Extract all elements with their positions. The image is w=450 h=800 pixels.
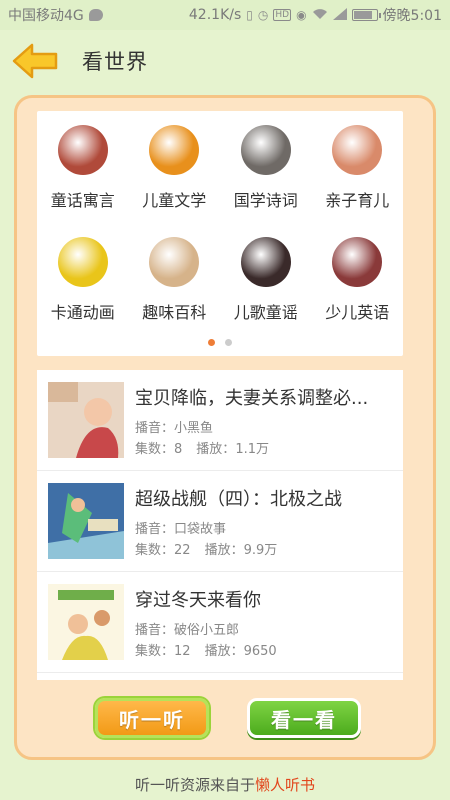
category-thumbnail bbox=[57, 237, 108, 287]
signal-icon bbox=[332, 7, 347, 23]
page-title: 看世界 bbox=[82, 50, 148, 74]
category-thumbnail bbox=[57, 125, 108, 175]
album-cover bbox=[48, 584, 124, 660]
battery-icon bbox=[351, 9, 381, 21]
category-label: 卡通动画 bbox=[50, 303, 115, 322]
album-stats: 集数：12 播放：9650 bbox=[135, 640, 277, 659]
host-label: 播音： bbox=[135, 623, 175, 638]
album-cover bbox=[48, 382, 124, 458]
episodes-label: 集数： bbox=[135, 644, 175, 659]
plays-count: 1.1万 bbox=[235, 442, 269, 457]
source-link[interactable]: 懒人听书 bbox=[255, 774, 315, 795]
eye-icon: ◉ bbox=[296, 8, 307, 22]
footer: 听一听资源来自于 懒人听书 bbox=[0, 768, 450, 800]
category-label: 国学诗词 bbox=[233, 191, 298, 210]
album-list-item[interactable]: 穿过冬天来看你 播音：破俗小五郎 集数：12 播放：9650 bbox=[37, 572, 403, 673]
album-stats: 集数：8 播放：1.1万 bbox=[135, 438, 269, 457]
host-name: 破俗小五郎 bbox=[174, 623, 240, 638]
album-stats: 集数：22 播放：9.9万 bbox=[135, 539, 277, 558]
category-carousel[interactable]: 童话寓言 儿童文学 国学诗词 亲子育儿 卡通动画 趣味百科 儿歌童谣 少儿英语 bbox=[37, 111, 403, 356]
episodes-label: 集数： bbox=[135, 543, 175, 558]
host-name: 口袋故事 bbox=[174, 522, 227, 537]
back-button[interactable] bbox=[12, 35, 72, 87]
header: 看世界 bbox=[0, 30, 450, 92]
album-title: 穿过冬天来看你 bbox=[135, 590, 261, 611]
status-bar: 中国移动4G 42.1K/s ▯ ◷ HD ◉ 傍晚5:01 bbox=[0, 0, 450, 30]
category-label: 趣味百科 bbox=[142, 303, 207, 322]
category-thumbnail bbox=[149, 237, 200, 287]
category-item[interactable]: 童话寓言 bbox=[37, 111, 129, 223]
episodes-count: 12 bbox=[174, 644, 191, 659]
status-left: 中国移动4G bbox=[8, 5, 103, 25]
album-title: 超级战舰（四）：北极之战 bbox=[135, 489, 342, 510]
category-item[interactable]: 儿童文学 bbox=[129, 111, 221, 223]
album-list-item[interactable]: 超级战舰（四）：北极之战 播音：口袋故事 集数：22 播放：9.9万 bbox=[37, 471, 403, 572]
host-label: 播音： bbox=[135, 522, 175, 537]
category-thumbnail bbox=[332, 237, 383, 287]
category-item[interactable]: 国学诗词 bbox=[220, 111, 312, 223]
episodes-count: 22 bbox=[174, 543, 191, 558]
page-indicator bbox=[37, 339, 403, 346]
listen-button[interactable]: 听一听 bbox=[95, 698, 209, 738]
battery-fill bbox=[353, 11, 373, 19]
album-list: 宝贝降临，夫妻关系调整必... 播音：小黑鱼 集数：8 播放：1.1万 超级战舰（… bbox=[37, 370, 403, 680]
plays-count: 9.9万 bbox=[243, 543, 278, 558]
category-thumbnail bbox=[332, 125, 383, 175]
back-arrow-icon bbox=[12, 43, 58, 79]
category-item[interactable]: 亲子育儿 bbox=[312, 111, 404, 223]
category-label: 亲子育儿 bbox=[325, 191, 390, 210]
clock: 傍晚5:01 bbox=[382, 8, 442, 24]
plays-label: 播放： bbox=[204, 644, 244, 659]
episodes-label: 集数： bbox=[135, 442, 175, 457]
category-label: 少儿英语 bbox=[325, 303, 390, 322]
alarm-icon: ◷ bbox=[257, 8, 269, 22]
category-label: 儿童文学 bbox=[142, 191, 207, 210]
album-host: 播音：口袋故事 bbox=[135, 518, 226, 537]
category-item[interactable]: 少儿英语 bbox=[312, 223, 404, 335]
category-item[interactable]: 卡通动画 bbox=[37, 223, 129, 335]
category-item[interactable]: 趣味百科 bbox=[129, 223, 221, 335]
episodes-count: 8 bbox=[174, 442, 183, 457]
footer-text: 听一听资源来自于 bbox=[134, 775, 255, 794]
page-dot[interactable] bbox=[225, 339, 232, 346]
carrier-label: 中国移动4G bbox=[8, 8, 84, 24]
category-grid: 童话寓言 儿童文学 国学诗词 亲子育儿 卡通动画 趣味百科 儿歌童谣 少儿英语 bbox=[37, 111, 403, 341]
hd-icon: HD bbox=[273, 9, 292, 21]
watch-button[interactable]: 看一看 bbox=[247, 698, 361, 738]
category-thumbnail bbox=[149, 125, 200, 175]
chat-icon bbox=[88, 9, 103, 21]
host-name: 小黑鱼 bbox=[174, 421, 214, 436]
network-speed: 42.1K/s bbox=[188, 7, 242, 23]
category-item[interactable]: 儿歌童谣 bbox=[220, 223, 312, 335]
status-right: 42.1K/s ▯ ◷ HD ◉ 傍晚5:01 bbox=[189, 5, 442, 25]
host-label: 播音： bbox=[135, 421, 175, 436]
plays-count: 9650 bbox=[243, 644, 277, 659]
album-host: 播音：破俗小五郎 bbox=[135, 619, 239, 638]
plays-label: 播放： bbox=[204, 543, 244, 558]
category-label: 童话寓言 bbox=[50, 191, 115, 210]
category-thumbnail bbox=[240, 125, 291, 175]
wifi-icon bbox=[312, 8, 328, 23]
album-cover bbox=[48, 483, 124, 559]
album-list-item[interactable]: 宝贝降临，夫妻关系调整必... 播音：小黑鱼 集数：8 播放：1.1万 bbox=[37, 370, 403, 471]
category-label: 儿歌童谣 bbox=[233, 303, 298, 322]
page-dot[interactable] bbox=[208, 339, 215, 346]
album-host: 播音：小黑鱼 bbox=[135, 417, 213, 436]
content-panel: 童话寓言 儿童文学 国学诗词 亲子育儿 卡通动画 趣味百科 儿歌童谣 少儿英语 … bbox=[14, 95, 436, 760]
vibrate-icon: ▯ bbox=[246, 8, 253, 22]
category-thumbnail bbox=[240, 237, 291, 287]
album-title: 宝贝降临，夫妻关系调整必... bbox=[135, 388, 369, 409]
plays-label: 播放： bbox=[196, 442, 236, 457]
